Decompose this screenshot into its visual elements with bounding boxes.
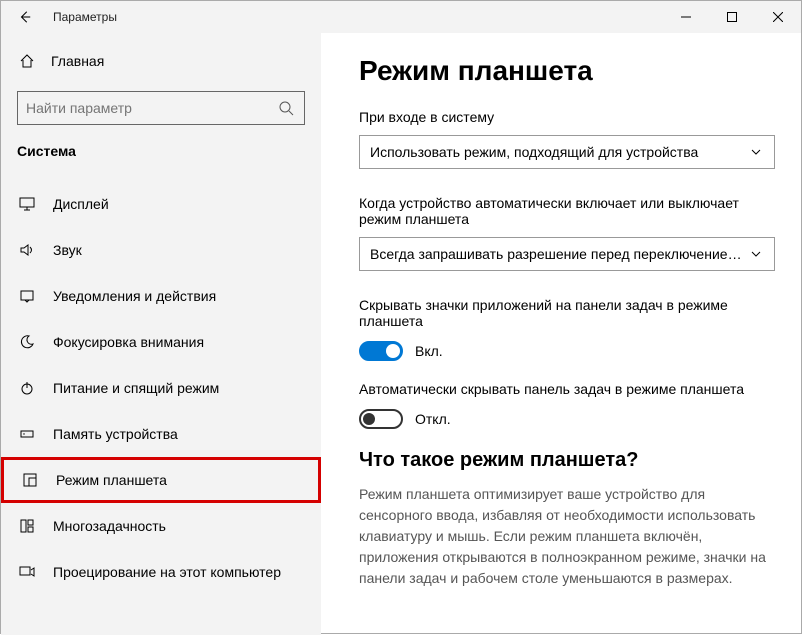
home-button[interactable]: Главная xyxy=(1,41,321,81)
search-input[interactable] xyxy=(26,100,276,116)
maximize-button[interactable] xyxy=(709,1,755,33)
auto-switch-label: Когда устройство автоматически включает … xyxy=(359,195,775,227)
hide-icons-label: Скрывать значки приложений на панели зад… xyxy=(359,297,775,329)
hide-icons-state: Вкл. xyxy=(415,343,443,359)
sidebar-item-label: Дисплей xyxy=(53,196,109,212)
storage-icon xyxy=(17,426,37,442)
back-button[interactable] xyxy=(9,1,41,33)
search-icon xyxy=(276,100,296,116)
titlebar: Параметры xyxy=(1,1,801,33)
sidebar-item-power-sleep[interactable]: Питание и спящий режим xyxy=(1,365,321,411)
signin-label: При входе в систему xyxy=(359,109,775,125)
autohide-state: Откл. xyxy=(415,411,451,427)
arrow-left-icon xyxy=(18,10,32,24)
sidebar-item-notifications[interactable]: Уведомления и действия xyxy=(1,273,321,319)
sidebar-item-label: Режим планшета xyxy=(56,472,167,488)
about-body: Режим планшета оптимизирует ваше устройс… xyxy=(359,484,775,589)
sidebar-item-label: Уведомления и действия xyxy=(53,288,216,304)
minimize-icon xyxy=(681,12,691,22)
maximize-icon xyxy=(727,12,737,22)
display-icon xyxy=(17,196,37,212)
project-icon xyxy=(17,564,37,580)
close-icon xyxy=(773,12,783,22)
sidebar-item-tablet-mode[interactable]: Режим планшета xyxy=(1,457,321,503)
sidebar-item-display[interactable]: Дисплей xyxy=(1,181,321,227)
sidebar-item-label: Фокусировка внимания xyxy=(53,334,204,350)
page-title: Режим планшета xyxy=(359,55,775,87)
about-heading: Что такое режим планшета? xyxy=(359,449,775,472)
tablet-icon xyxy=(20,472,40,488)
home-label: Главная xyxy=(51,53,104,69)
moon-icon xyxy=(17,334,37,350)
signin-select[interactable]: Использовать режим, подходящий для устро… xyxy=(359,135,775,169)
auto-switch-select-value: Всегда запрашивать разрешение перед пере… xyxy=(370,246,748,262)
nav-list: Дисплей Звук Уведомления и действия Фоку… xyxy=(1,181,321,595)
window-title: Параметры xyxy=(53,10,117,24)
sidebar-item-projecting[interactable]: Проецирование на этот компьютер xyxy=(1,549,321,595)
sidebar: Главная Система Дисплей Звук Уведомления… xyxy=(1,33,321,635)
search-box[interactable] xyxy=(17,91,305,125)
autohide-label: Автоматически скрывать панель задач в ре… xyxy=(359,381,775,397)
notifications-icon xyxy=(17,288,37,304)
sidebar-item-label: Многозадачность xyxy=(53,518,166,534)
multitasking-icon xyxy=(17,518,37,534)
sidebar-item-label: Память устройства xyxy=(53,426,178,442)
autohide-toggle[interactable] xyxy=(359,409,403,429)
home-icon xyxy=(17,53,37,69)
sidebar-item-label: Проецирование на этот компьютер xyxy=(53,564,281,580)
group-title-system: Система xyxy=(1,143,321,171)
main-panel: Режим планшета При входе в систему Испол… xyxy=(321,33,801,635)
sidebar-item-sound[interactable]: Звук xyxy=(1,227,321,273)
close-button[interactable] xyxy=(755,1,801,33)
sidebar-item-storage[interactable]: Память устройства xyxy=(1,411,321,457)
chevron-down-icon xyxy=(748,248,764,260)
sidebar-item-multitasking[interactable]: Многозадачность xyxy=(1,503,321,549)
minimize-button[interactable] xyxy=(663,1,709,33)
sidebar-item-focus-assist[interactable]: Фокусировка внимания xyxy=(1,319,321,365)
sound-icon xyxy=(17,242,37,258)
sidebar-item-label: Звук xyxy=(53,242,82,258)
auto-switch-select[interactable]: Всегда запрашивать разрешение перед пере… xyxy=(359,237,775,271)
signin-select-value: Использовать режим, подходящий для устро… xyxy=(370,144,748,160)
chevron-down-icon xyxy=(748,146,764,158)
sidebar-item-label: Питание и спящий режим xyxy=(53,380,219,396)
power-icon xyxy=(17,380,37,396)
hide-icons-toggle[interactable] xyxy=(359,341,403,361)
